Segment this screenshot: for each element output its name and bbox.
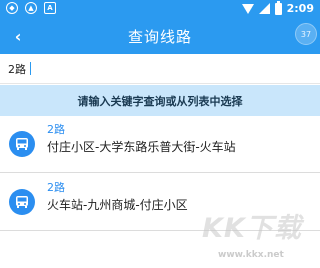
route-name: 2路 [47,181,65,194]
hint-bar: 请输入关键字查询或从列表中选择 [0,85,320,116]
page-title: 查询线路 [127,28,192,46]
status-time: 2:09 [286,2,314,15]
bus-icon [9,131,35,157]
battery-icon [274,0,282,15]
status-bar: ◆ ▲ A 2:09 [0,0,320,18]
notification-badge[interactable]: 37 [295,23,317,45]
signal-icon [258,3,270,14]
text-caret [30,62,31,75]
route-stops: 付庄小区-大学东路乐普大街-火车站 [47,140,236,154]
app-header: ‹ 查询线路 37 [0,18,320,54]
shield-icon: ◆ [6,2,18,14]
route-list-item[interactable]: 2路 付庄小区-大学东路乐普大街-火车站 [0,116,320,173]
watermark-url: www.kkx.net [218,250,284,260]
route-name: 2路 [47,123,65,136]
search-row [0,54,320,84]
route-stops: 火车站-九州商城-付庄小区 [47,198,188,212]
watermark-logo: KK下载 [202,213,302,244]
a-icon: A [44,2,56,14]
status-left-icons: ◆ ▲ A [6,2,56,14]
status-right: 2:09 [241,0,314,15]
search-input[interactable] [8,60,308,78]
bus-icon [9,189,35,215]
navigation-icon: ▲ [25,2,37,14]
wifi-icon [241,3,254,14]
